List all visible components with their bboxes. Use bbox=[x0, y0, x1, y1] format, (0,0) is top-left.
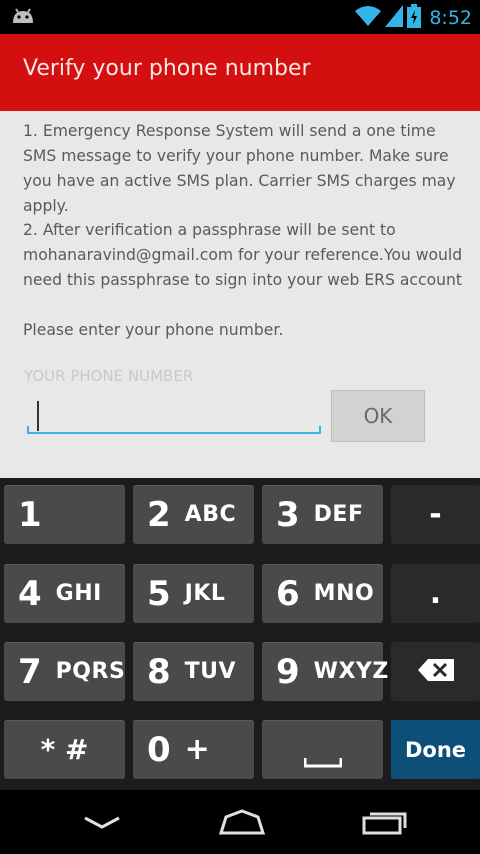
text-cursor bbox=[37, 401, 39, 431]
verification-content: 1. Emergency Response System will send a… bbox=[0, 111, 480, 478]
key-period[interactable]: . bbox=[391, 564, 480, 623]
page-title: Verify your phone number bbox=[23, 56, 311, 81]
backspace-icon bbox=[417, 658, 454, 685]
key-star-hash[interactable]: * # bbox=[4, 720, 125, 779]
key-7[interactable]: 7 PQRS bbox=[4, 642, 125, 701]
phone-number-field[interactable]: YOUR PHONE NUMBER bbox=[24, 367, 321, 439]
passphrase-info-paragraph: 2. After verification a passphrase will … bbox=[23, 221, 463, 289]
key-6[interactable]: 6 MNO bbox=[262, 564, 383, 623]
done-label: Done bbox=[404, 737, 467, 762]
backspace-key[interactable] bbox=[391, 642, 480, 701]
key-letters: PQRS bbox=[55, 659, 126, 684]
key-5[interactable]: 5 JKL bbox=[133, 564, 254, 623]
done-key[interactable]: Done bbox=[391, 720, 480, 779]
android-debug-icon bbox=[11, 7, 35, 29]
back-button[interactable] bbox=[72, 806, 132, 842]
key-0[interactable]: 0 + bbox=[133, 720, 254, 779]
key-letters: GHI bbox=[55, 581, 102, 606]
status-bar: 8:52 bbox=[0, 0, 480, 34]
key-digit: 8 bbox=[147, 651, 171, 692]
cell-signal-icon bbox=[385, 5, 404, 31]
battery-charging-icon bbox=[407, 4, 422, 32]
key-3[interactable]: 3 DEF bbox=[262, 485, 383, 544]
key-digit: 6 bbox=[276, 573, 300, 614]
key-digit: 0 bbox=[147, 729, 171, 770]
key-letters: DEF bbox=[313, 502, 364, 527]
home-button[interactable] bbox=[212, 806, 272, 842]
key-period-label: . bbox=[429, 576, 442, 611]
key-letters: TUV bbox=[184, 659, 237, 684]
back-icon bbox=[83, 815, 121, 834]
key-digit: 1 bbox=[18, 494, 42, 535]
recent-apps-button[interactable] bbox=[355, 806, 415, 842]
key-9[interactable]: 9 WXYZ bbox=[262, 642, 388, 701]
key-4[interactable]: 4 GHI bbox=[4, 564, 125, 623]
key-digit: 4 bbox=[18, 573, 42, 614]
key-dash-label: - bbox=[429, 497, 442, 532]
key-8[interactable]: 8 TUV bbox=[133, 642, 254, 701]
phone-number-input[interactable] bbox=[27, 369, 321, 431]
action-bar: Verify your phone number bbox=[0, 34, 480, 111]
key-2[interactable]: 2 ABC bbox=[133, 485, 254, 544]
key-digit: 7 bbox=[18, 651, 42, 692]
space-icon bbox=[303, 753, 342, 772]
navigation-bar bbox=[0, 790, 480, 854]
status-clock: 8:52 bbox=[429, 7, 472, 29]
key-dash[interactable]: - bbox=[391, 485, 480, 544]
key-digit: 2 bbox=[147, 494, 171, 535]
space-key[interactable] bbox=[262, 720, 383, 779]
key-1[interactable]: 1 bbox=[4, 485, 125, 544]
phone-prompt-label: Please enter your phone number. bbox=[23, 321, 284, 339]
key-letters: ABC bbox=[184, 502, 237, 527]
input-underline bbox=[27, 432, 321, 434]
key-star-hash-label: * # bbox=[40, 733, 89, 766]
key-letters: JKL bbox=[184, 581, 226, 606]
numeric-keypad: 1 2 ABC 3 DEF - 4 GHI 5 JKL 6 MNO . 7 PQ… bbox=[0, 478, 480, 790]
recent-apps-icon bbox=[362, 809, 408, 839]
sms-info-paragraph: 1. Emergency Response System will send a… bbox=[23, 122, 456, 215]
home-icon bbox=[218, 809, 266, 839]
ok-button[interactable]: OK bbox=[331, 390, 425, 442]
wifi-icon bbox=[355, 5, 382, 31]
key-digit: 9 bbox=[276, 651, 300, 692]
key-digit: 3 bbox=[276, 494, 300, 535]
key-digit: 5 bbox=[147, 573, 171, 614]
key-letters: + bbox=[184, 732, 211, 767]
key-letters: WXYZ bbox=[313, 659, 389, 684]
key-letters: MNO bbox=[313, 581, 375, 606]
